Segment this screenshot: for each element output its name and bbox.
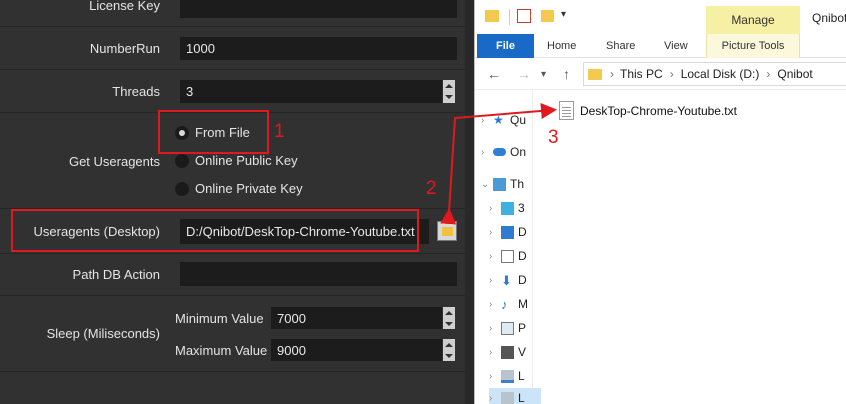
annotation-arrow [440, 103, 557, 225]
screenshot-root: License Key NumberRun 1000 Threads 3 Get… [0, 0, 846, 404]
